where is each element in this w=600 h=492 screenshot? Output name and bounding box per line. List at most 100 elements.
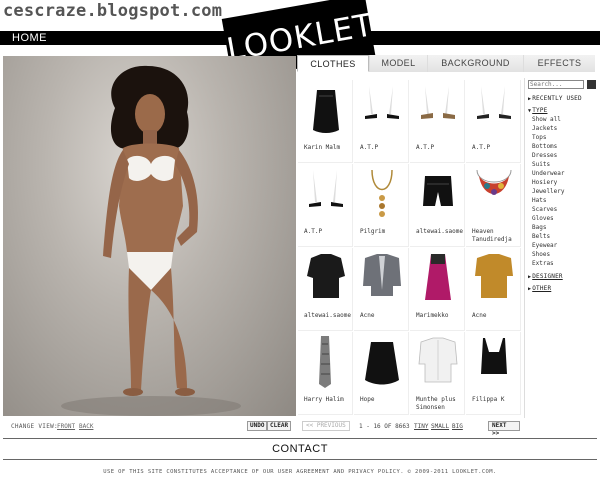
designer-name: A.T.P	[416, 144, 435, 151]
type-item[interactable]: Scarves	[532, 206, 557, 213]
black-shorts-icon	[423, 176, 453, 206]
statement-necklace-icon	[476, 169, 512, 195]
size-big-link[interactable]: BIG	[452, 423, 463, 430]
type-item[interactable]: Hosiery	[532, 179, 557, 186]
next-button[interactable]: NEXT >>	[488, 421, 520, 437]
tab-background[interactable]: BACKGROUND	[427, 55, 523, 72]
white-blouse-icon	[418, 337, 458, 383]
type-item[interactable]: Eyewear	[532, 242, 557, 249]
search-input[interactable]	[528, 80, 584, 89]
designer-name: Karin Malm	[304, 144, 341, 151]
clothing-item[interactable]: Harry Halim	[298, 332, 353, 415]
designer-name: Acne	[472, 312, 487, 319]
designer-filter[interactable]: ▶DESIGNER	[528, 273, 563, 280]
designer-name: Munthe plus Simonsen	[416, 396, 456, 411]
clothing-item[interactable]: A.T.P	[298, 164, 353, 247]
type-item[interactable]: Suits	[532, 161, 550, 168]
designer-name: Harry Halim	[304, 396, 344, 403]
designer-name: Filippa K	[472, 396, 505, 403]
type-item[interactable]: Jewellery	[532, 188, 565, 195]
clothing-item[interactable]: Pilgrim	[354, 164, 409, 247]
scarf-icon	[319, 336, 331, 388]
clothing-item[interactable]: Acne	[466, 248, 521, 331]
back-view-link[interactable]: BACK	[79, 423, 93, 430]
black-skirt-icon	[313, 90, 339, 133]
designer-name: Marimekko	[416, 312, 449, 319]
size-small-link[interactable]: SMALL	[431, 423, 449, 430]
clothing-item[interactable]: Acne	[354, 248, 409, 331]
type-item[interactable]: Bags	[532, 224, 546, 231]
grey-jacket-icon	[363, 254, 401, 296]
designer-name: Hope	[360, 396, 375, 403]
clothing-item[interactable]: Marimekko	[410, 248, 465, 331]
model-preview	[3, 56, 296, 416]
model-figure	[61, 65, 241, 416]
tab-model[interactable]: MODEL	[369, 55, 427, 72]
designer-name: A.T.P	[360, 144, 379, 151]
tab-clothes[interactable]: CLOTHES	[297, 55, 369, 72]
triangle-right-icon: ▶	[528, 286, 532, 292]
category-tabs: CLOTHES MODEL BACKGROUND EFFECTS	[297, 55, 595, 72]
clothing-item[interactable]: Karin Malm	[298, 80, 353, 163]
clothing-item[interactable]: altewai.saome	[410, 164, 465, 247]
type-item[interactable]: Hats	[532, 197, 546, 204]
designer-name: Pilgrim	[360, 228, 386, 235]
triangle-down-icon: ▼	[528, 108, 532, 114]
clothing-item[interactable]: Munthe plus Simonsen	[410, 332, 465, 415]
type-item[interactable]: Bottoms	[532, 143, 557, 150]
type-item[interactable]: Shoes	[532, 251, 550, 258]
clothing-item[interactable]: Filippa K	[466, 332, 521, 415]
type-item[interactable]: Underwear	[532, 170, 565, 177]
view-controls: CHANGE VIEW: FRONT BACK UNDO CLEAR	[3, 421, 296, 433]
triangle-right-icon: ▶	[528, 96, 532, 102]
contact-link[interactable]: CONTACT	[0, 443, 600, 455]
recently-used-filter[interactable]: ▶RECENTLY USED	[528, 95, 582, 102]
type-item[interactable]: Tops	[532, 134, 546, 141]
undo-button[interactable]: UNDO	[247, 421, 268, 431]
divider	[3, 459, 597, 460]
search-icon[interactable]	[587, 80, 596, 89]
designer-name: A.T.P	[304, 228, 323, 235]
tan-sandals-icon	[421, 86, 455, 119]
result-count: 1 - 16 OF 8663	[359, 423, 410, 430]
type-item[interactable]: Dresses	[532, 152, 557, 159]
designer-name: A.T.P	[472, 144, 491, 151]
magenta-dress-icon	[425, 254, 451, 300]
gold-necklace-icon	[371, 169, 393, 217]
clothing-item[interactable]: Hope	[354, 332, 409, 415]
filter-sidebar: ▶RECENTLY USED ▼TYPE Show all Jackets To…	[524, 78, 598, 418]
type-item[interactable]: Show all	[532, 116, 561, 123]
previous-button[interactable]: << PREVIOUS	[302, 421, 350, 431]
home-link[interactable]: HOME	[12, 31, 47, 45]
divider	[3, 438, 597, 439]
black-skirt-icon	[365, 342, 399, 385]
clear-button[interactable]: CLEAR	[267, 421, 292, 431]
mustard-top-icon	[475, 254, 513, 298]
type-item[interactable]: Extras	[532, 260, 554, 267]
black-sandals-icon	[309, 170, 343, 207]
tab-effects[interactable]: EFFECTS	[523, 55, 595, 72]
designer-name: altewai.saome	[304, 312, 351, 319]
front-view-link[interactable]: FRONT	[57, 423, 75, 430]
type-item[interactable]: Belts	[532, 233, 550, 240]
type-item[interactable]: Jackets	[532, 125, 557, 132]
footer-legal: USE OF THIS SITE CONSTITUTES ACCEPTANCE …	[103, 469, 497, 475]
clothing-item[interactable]: A.T.P	[410, 80, 465, 163]
designer-name: Acne	[360, 312, 375, 319]
clothing-item[interactable]: A.T.P	[466, 80, 521, 163]
clothing-item[interactable]: Heaven Tanudiredja	[466, 164, 521, 247]
black-sandals-icon	[365, 86, 399, 119]
change-view-label: CHANGE VIEW:	[11, 423, 58, 430]
black-top-icon	[307, 254, 345, 298]
type-filter[interactable]: ▼TYPE	[528, 107, 547, 114]
type-item[interactable]: Gloves	[532, 215, 554, 222]
size-tiny-link[interactable]: TINY	[414, 423, 428, 430]
black-tank-icon	[481, 338, 507, 374]
clothing-item[interactable]: altewai.saome	[298, 248, 353, 331]
pagination: << PREVIOUS 1 - 16 OF 8663 TINY SMALL BI…	[298, 421, 520, 437]
blog-watermark: cescraze.blogspot.com	[3, 1, 223, 21]
clothing-item[interactable]: A.T.P	[354, 80, 409, 163]
other-filter[interactable]: ▶OTHER	[528, 285, 551, 292]
designer-name: Heaven Tanudiredja	[472, 228, 512, 243]
designer-name: altewai.saome	[416, 228, 463, 235]
